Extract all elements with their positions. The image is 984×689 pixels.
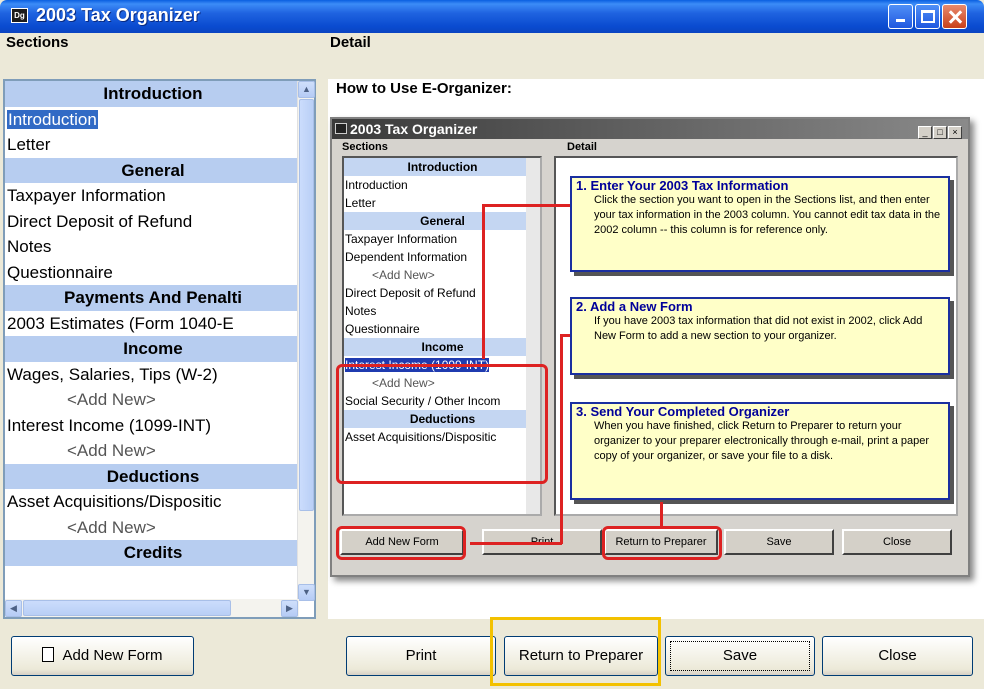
scroll-down-icon[interactable]: ▼ — [298, 584, 315, 601]
annotation-arrow-3 — [660, 502, 663, 526]
detail-header: Detail — [330, 34, 371, 51]
vertical-scrollbar[interactable]: ▲ ▼ — [297, 81, 315, 601]
callout-enter-info: 1. Enter Your 2003 Tax Information Click… — [570, 176, 950, 272]
illustration-sections-header: Sections — [342, 141, 388, 153]
highlight-return-to-preparer — [490, 617, 661, 686]
section-category[interactable]: General — [5, 157, 299, 183]
annotation-arrow-2-tail — [470, 542, 562, 545]
window-title: 2003 Tax Organizer — [36, 5, 200, 25]
maximize-icon — [921, 10, 935, 23]
annotation-return-button-box — [602, 526, 722, 560]
close-button[interactable]: Close — [822, 636, 973, 676]
add-new-item[interactable]: <Add New> — [5, 438, 299, 464]
list-item[interactable]: Asset Acquisitions/Dispositic — [5, 489, 299, 515]
list-item[interactable]: Wages, Salaries, Tips (W-2) — [5, 362, 299, 388]
minimize-icon: _ — [918, 126, 932, 139]
title-bar[interactable]: Dg 2003 Tax Organizer — [0, 0, 984, 33]
maximize-button[interactable] — [915, 4, 940, 29]
list-item[interactable]: Introduction — [5, 107, 299, 133]
section-category: General — [344, 212, 540, 230]
list-item: Direct Deposit of Refund — [345, 286, 476, 300]
print-button[interactable]: Print — [346, 636, 496, 676]
focus-rect — [670, 641, 810, 671]
illustration-window-controls: _ □ × — [917, 122, 962, 140]
section-category: Income — [344, 338, 540, 356]
sections-list-items: Introduction Introduction Letter General Tax… — [5, 81, 299, 601]
sections-list[interactable]: Introduction Introduction Letter General Tax… — [3, 79, 316, 619]
section-category[interactable]: Credits — [5, 540, 299, 566]
sections-header: Sections — [6, 34, 69, 51]
section-category[interactable]: Deductions — [5, 463, 299, 489]
annotation-arrow-2-stem — [560, 334, 563, 544]
form-icon — [42, 647, 55, 662]
illustration-window: 2003 Tax Organizer _ □ × Sections Detail I… — [330, 117, 970, 577]
add-new-item: <Add New> — [372, 268, 435, 282]
list-item: Introduction — [345, 178, 408, 192]
minimize-icon — [896, 19, 905, 22]
maximize-icon: □ — [933, 126, 947, 139]
h-scroll-thumb[interactable] — [23, 600, 231, 616]
add-new-item[interactable]: <Add New> — [5, 387, 299, 413]
list-item[interactable]: 2003 Estimates (Form 1040-E — [5, 311, 299, 337]
illustration-title: 2003 Tax Organizer — [332, 119, 968, 139]
section-category[interactable]: Income — [5, 336, 299, 362]
list-item[interactable]: Questionnaire — [5, 260, 299, 286]
list-item: Notes — [345, 304, 377, 318]
list-item[interactable]: Interest Income (1099-INT) — [5, 413, 299, 439]
list-item: Taxpayer Information — [345, 232, 458, 246]
section-category[interactable]: Introduction — [5, 81, 299, 107]
close-window-button[interactable] — [942, 4, 967, 29]
horizontal-scrollbar[interactable]: ◀ ▶ — [5, 599, 299, 617]
section-category: Introduction — [344, 158, 540, 176]
annotation-arrow-1-stem — [482, 204, 485, 359]
illustration-save-button: Save — [724, 529, 834, 555]
scroll-up-icon[interactable]: ▲ — [298, 81, 315, 98]
callout-add-form: 2. Add a New Form If you have 2003 tax i… — [570, 297, 950, 375]
annotation-add-button-box — [336, 526, 466, 560]
scroll-right-icon[interactable]: ▶ — [281, 600, 298, 617]
list-item: Letter — [345, 196, 376, 210]
add-new-form-button[interactable]: Add New Form — [11, 636, 194, 676]
illustration-close-button: Close — [842, 529, 952, 555]
minimize-button[interactable] — [888, 4, 913, 29]
scroll-left-icon[interactable]: ◀ — [5, 600, 22, 617]
detail-heading: How to Use E-Organizer: — [336, 80, 512, 97]
app-icon[interactable]: Dg — [11, 8, 28, 23]
list-item[interactable]: Taxpayer Information — [5, 183, 299, 209]
annotation-income-box — [336, 364, 548, 484]
save-button[interactable]: Save — [665, 636, 815, 676]
list-item[interactable]: Letter — [5, 132, 299, 158]
section-category[interactable]: Payments And Penalti — [5, 285, 299, 311]
list-item[interactable]: Notes — [5, 234, 299, 260]
annotation-arrow-1 — [482, 204, 570, 207]
callout-send-organizer: 3. Send Your Completed Organizer When yo… — [570, 402, 950, 500]
illustration-detail-header: Detail — [567, 141, 597, 153]
list-item[interactable]: Direct Deposit of Refund — [5, 209, 299, 235]
scroll-thumb[interactable] — [299, 99, 314, 511]
list-item: Questionnaire — [345, 322, 420, 336]
close-icon — [943, 5, 968, 30]
add-new-item[interactable]: <Add New> — [5, 515, 299, 541]
list-item: Dependent Information — [345, 250, 468, 264]
close-icon: × — [948, 126, 962, 139]
app-icon — [335, 123, 347, 134]
